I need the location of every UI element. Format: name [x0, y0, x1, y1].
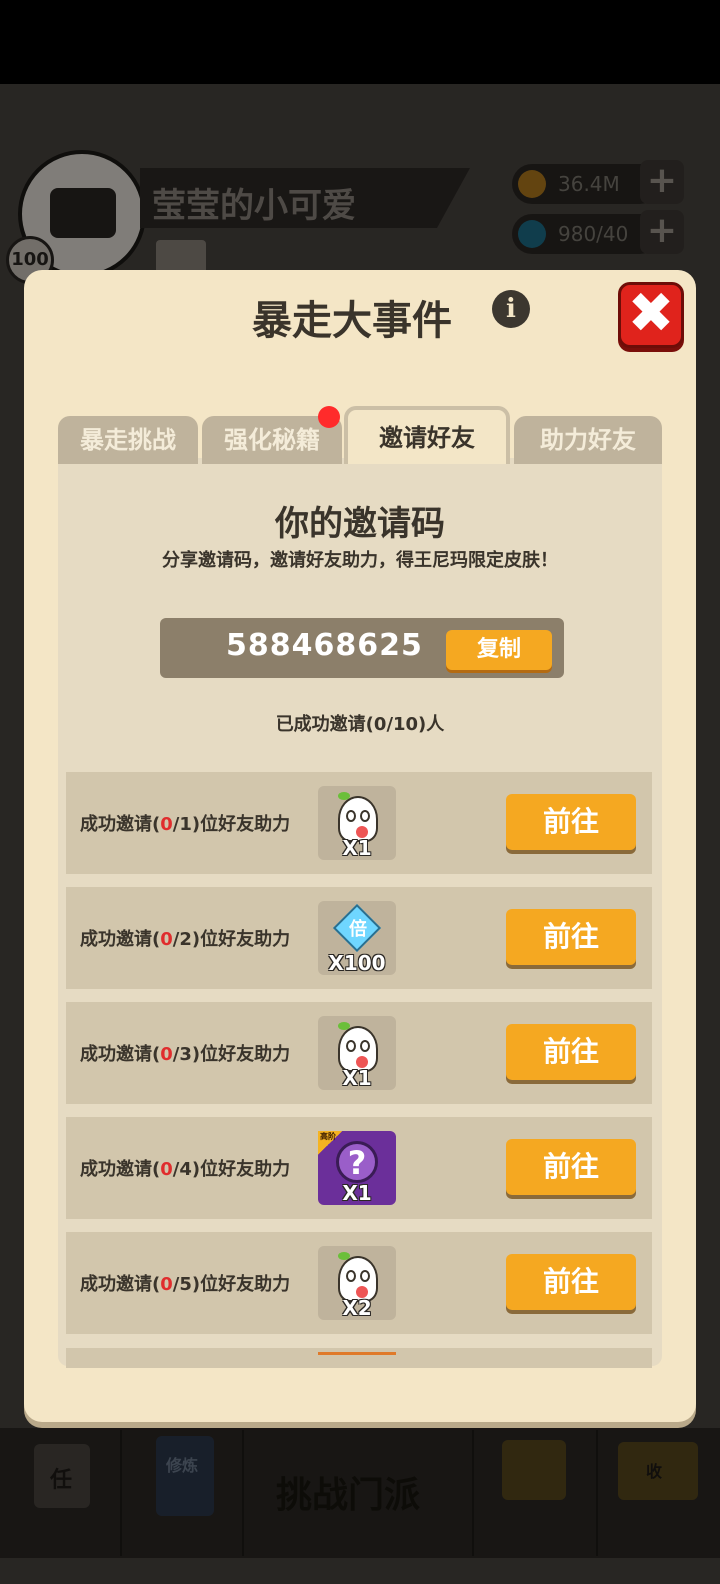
task-label: 成功邀请(0/4)位好友助力 [80, 1159, 291, 1180]
task-row: 成功邀请(0/5)位好友助力 X2 前往 [66, 1232, 652, 1334]
status-bar [0, 0, 720, 84]
reward-box[interactable]: X1 [318, 786, 396, 860]
task-progress-done: 0 [160, 814, 173, 835]
reward-quantity: X2 [342, 1296, 372, 1320]
task-progress-done: 0 [160, 1159, 173, 1180]
go-button[interactable]: 前往 [506, 1254, 636, 1310]
modal-title: 暴走大事件 [252, 298, 452, 344]
invited-count: 已成功邀请(0/10)人 [275, 714, 445, 735]
reward-symbol: 倍 [349, 919, 367, 940]
task-row-partial [66, 1348, 652, 1368]
task-row: 成功邀请(0/2)位好友助力 倍 X100 前往 [66, 887, 652, 989]
go-button[interactable]: 前往 [506, 1139, 636, 1195]
tab-invite-friends[interactable]: 邀请好友 [344, 406, 510, 464]
mystery-box-icon: ? [336, 1141, 378, 1183]
leaf-icon [338, 792, 350, 800]
reward-box[interactable]: 倍 X100 [318, 901, 396, 975]
task-row: 成功邀请(0/3)位好友助力 X1 前往 [66, 1002, 652, 1104]
task-progress-done: 0 [160, 1274, 173, 1295]
reward-box-partial [318, 1352, 396, 1355]
reward-quantity: X100 [328, 951, 386, 975]
invite-description: 分享邀请码，邀请好友助力，得王尼玛限定皮肤！ [162, 550, 558, 571]
copy-button[interactable]: 复制 [446, 630, 552, 670]
reward-quantity: X1 [342, 1181, 372, 1205]
invite-code-value: 588468625 [226, 628, 423, 663]
task-row: 成功邀请(0/4)位好友助力 ? 高阶 X1 前往 [66, 1117, 652, 1219]
invite-code-title: 你的邀请码 [275, 504, 445, 544]
tab-rampage-challenge[interactable]: 暴走挑战 [58, 416, 198, 464]
task-label: 成功邀请(0/3)位好友助力 [80, 1044, 291, 1065]
go-button[interactable]: 前往 [506, 909, 636, 965]
reward-box[interactable]: X1 [318, 1016, 396, 1090]
tab-assist-friends[interactable]: 助力好友 [514, 416, 662, 464]
rarity-tag-text: 高阶 [320, 1132, 336, 1141]
task-row: 成功邀请(0/1)位好友助力 X1 前往 [66, 772, 652, 874]
task-label: 成功邀请(0/1)位好友助力 [80, 814, 291, 835]
task-progress-done: 0 [160, 929, 173, 950]
leaf-icon [338, 1252, 350, 1260]
task-label: 成功邀请(0/5)位好友助力 [80, 1274, 291, 1295]
leaf-icon [338, 1022, 350, 1030]
go-button[interactable]: 前往 [506, 794, 636, 850]
reward-box[interactable]: X2 [318, 1246, 396, 1320]
tab-bar: 暴走挑战 强化秘籍 邀请好友 助力好友 [58, 406, 662, 464]
go-button[interactable]: 前往 [506, 1024, 636, 1080]
task-label: 成功邀请(0/2)位好友助力 [80, 929, 291, 950]
info-icon[interactable]: i [492, 290, 530, 328]
close-button[interactable]: ✖ [618, 282, 684, 348]
reward-quantity: X1 [342, 836, 372, 860]
notification-dot [318, 406, 340, 428]
task-progress-done: 0 [160, 1044, 173, 1065]
reward-box[interactable]: ? 高阶 X1 [318, 1131, 396, 1205]
reward-quantity: X1 [342, 1066, 372, 1090]
